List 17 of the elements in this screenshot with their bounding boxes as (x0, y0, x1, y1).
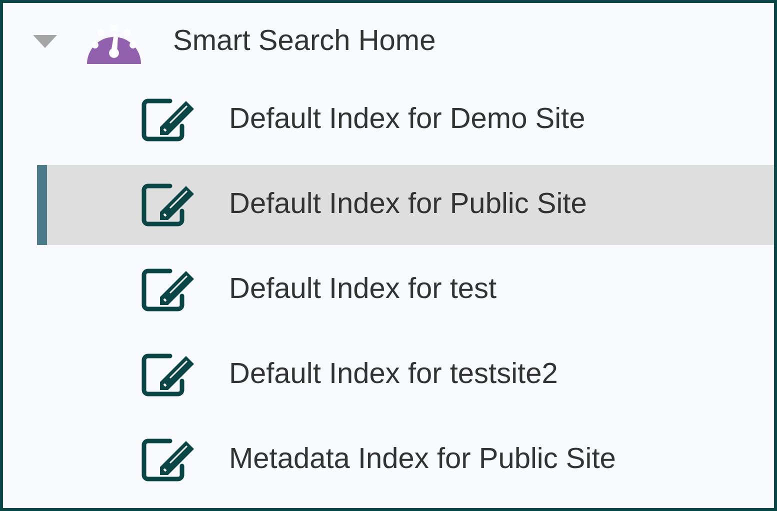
edit-icon (141, 183, 197, 227)
tree-item[interactable]: Default Index for test (37, 250, 774, 330)
tree-item[interactable]: Default Index for Demo Site (37, 80, 774, 160)
edit-icon (141, 98, 197, 142)
tree-item[interactable]: Default Index for testsite2 (37, 335, 774, 415)
item-label: Default Index for Public Site (229, 187, 587, 222)
edit-icon (141, 353, 197, 397)
edit-icon (141, 268, 197, 312)
item-label: Default Index for Demo Site (229, 102, 586, 138)
edit-icon (141, 438, 197, 482)
item-label: Default Index for testsite2 (229, 357, 558, 392)
item-label: Default Index for test (229, 272, 497, 308)
tree-item[interactable]: Metadata Index for Public Site (37, 420, 774, 500)
tree-root-label[interactable]: Smart Search Home (173, 20, 436, 64)
tree-item[interactable]: Default Index for Public Site (37, 165, 774, 245)
caret-icon[interactable] (33, 34, 57, 48)
item-label: Metadata Index for Public Site (229, 442, 616, 478)
